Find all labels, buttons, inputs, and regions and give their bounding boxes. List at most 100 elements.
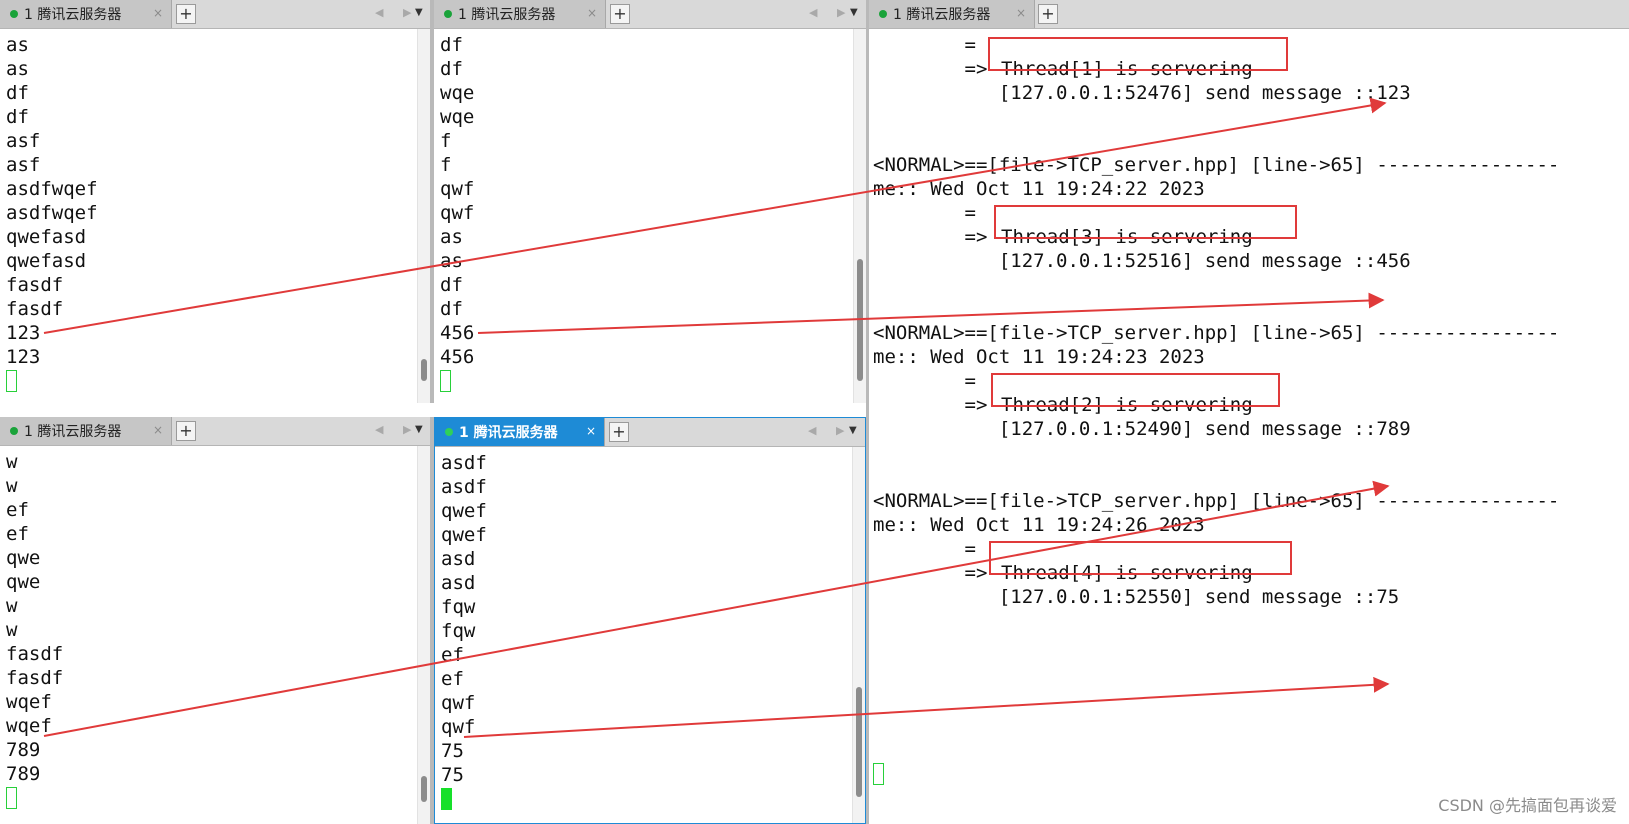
tab-scroll-arrows-icon[interactable]: ◀ ▶	[809, 6, 853, 19]
terminal-line: f	[440, 130, 452, 152]
terminal-line: wqef	[6, 691, 52, 713]
terminal-output[interactable]: df df wqe wqe f f qwf qwf as as df df 456 456	[434, 29, 866, 403]
close-tab-icon[interactable]: ×	[587, 6, 597, 20]
tab-scroll-arrows-icon[interactable]: ◀ ▶	[375, 423, 419, 436]
connected-status-icon	[879, 10, 887, 18]
connected-status-icon	[444, 10, 452, 18]
add-tab-button[interactable]: +	[610, 4, 630, 24]
tab-menu-dropdown-icon[interactable]: ▼	[415, 7, 423, 18]
tab-menu-dropdown-icon[interactable]: ▼	[849, 425, 857, 436]
terminal-line: w	[6, 595, 18, 617]
close-tab-icon[interactable]: ×	[586, 424, 596, 438]
terminal-line: asdf	[441, 452, 487, 474]
terminal-line: qwf	[440, 178, 475, 200]
add-tab-button[interactable]: +	[176, 421, 196, 441]
terminal-line: qwefasd	[6, 226, 87, 248]
terminal-line: ef	[6, 523, 29, 545]
terminal-line: ef	[441, 668, 464, 690]
terminal-line: asd	[441, 572, 476, 594]
terminal-line: 123	[6, 346, 41, 368]
terminal-line: as	[6, 34, 29, 56]
terminal-line: w	[6, 451, 18, 473]
server-log-pane[interactable]: 1 腾讯云服务器 × + = => [127.0.0.1:52476] send…	[869, 0, 1629, 824]
scrollbar[interactable]	[417, 29, 430, 403]
scrollbar[interactable]	[853, 29, 866, 403]
terminal-line: fasdf	[6, 274, 64, 296]
terminal-line: 789	[6, 763, 41, 785]
terminal-cursor	[873, 763, 884, 785]
terminal-line: asdfwqef	[6, 202, 98, 224]
terminal-line: f	[440, 154, 452, 176]
session-tab[interactable]: 1 腾讯云服务器 ×	[869, 0, 1035, 28]
session-tab[interactable]: 1 腾讯云服务器 ×	[0, 0, 172, 28]
log-line: me:: Wed Oct 11 19:24:26 2023	[873, 514, 1205, 536]
scrollbar-thumb[interactable]	[857, 259, 863, 381]
log-line: =	[873, 202, 976, 224]
thread-highlight-box	[994, 205, 1297, 239]
terminal-line: 75	[441, 764, 464, 786]
thread-highlight-box	[988, 37, 1288, 71]
scrollbar[interactable]	[852, 447, 865, 823]
terminal-pane-top-left[interactable]: 1 腾讯云服务器 × + ◀ ▶ ▼ as as df df asf asf asdfwqe…	[0, 0, 430, 403]
terminal-line: 456	[440, 346, 475, 368]
close-tab-icon[interactable]: ×	[1016, 6, 1026, 20]
add-tab-button[interactable]: +	[176, 4, 196, 24]
terminal-line: asdf	[441, 476, 487, 498]
terminal-line: 456	[440, 322, 475, 344]
terminal-line: fasdf	[6, 643, 64, 665]
pane-divider-horizontal[interactable]	[0, 403, 866, 417]
close-tab-icon[interactable]: ×	[153, 423, 163, 437]
terminal-line: df	[6, 82, 29, 104]
terminal-line: qwf	[441, 692, 476, 714]
log-line: <NORMAL>==[file->TCP_server.hpp] [line->…	[873, 154, 1560, 176]
session-tab-active[interactable]: 1 腾讯云服务器 ×	[435, 418, 605, 446]
terminal-line: fasdf	[6, 298, 64, 320]
terminal-line: df	[440, 274, 463, 296]
tab-scroll-arrows-icon[interactable]: ◀ ▶	[808, 424, 852, 437]
terminal-line: 123	[6, 322, 41, 344]
terminal-line: as	[6, 58, 29, 80]
scrollbar-thumb[interactable]	[421, 359, 427, 381]
terminal-cursor	[441, 788, 452, 810]
terminal-line: asdfwqef	[6, 178, 98, 200]
terminal-line: fqw	[441, 596, 476, 618]
server-log-output[interactable]: = => [127.0.0.1:52476] send message ::12…	[869, 29, 1629, 824]
thread-highlight-box	[991, 373, 1280, 407]
scrollbar-thumb[interactable]	[856, 687, 862, 797]
terminal-output[interactable]: w w ef ef qwe qwe w w fasdf fasdf wqef wqef 789 789	[0, 446, 430, 824]
tab-menu-dropdown-icon[interactable]: ▼	[415, 424, 423, 435]
add-tab-button[interactable]: +	[1038, 4, 1058, 24]
scrollbar-thumb[interactable]	[421, 776, 427, 802]
terminal-line: as	[440, 226, 463, 248]
terminal-line: fqw	[441, 620, 476, 642]
terminal-pane-bottom-left[interactable]: 1 腾讯云服务器 × + ◀ ▶ ▼ w w ef ef qwe qwe w w fasdf fa…	[0, 417, 430, 824]
terminal-line: asf	[6, 154, 41, 176]
log-line: [127.0.0.1:52550] send message ::75	[873, 586, 1400, 608]
terminal-line: qwf	[440, 202, 475, 224]
log-line: =>	[873, 58, 988, 80]
tab-scroll-arrows-icon[interactable]: ◀ ▶	[375, 6, 419, 19]
terminal-line: df	[440, 58, 463, 80]
terminal-pane-bottom-middle[interactable]: 1 腾讯云服务器 × + ◀ ▶ ▼ asdf asdf qwef qwef asd as…	[434, 417, 866, 824]
terminal-pane-top-middle[interactable]: 1 腾讯云服务器 × + ◀ ▶ ▼ df df wqe wqe f f qwf qwf as a…	[434, 0, 866, 403]
thread-highlight-box	[989, 541, 1292, 575]
terminal-output[interactable]: asdf asdf qwef qwef asd asd fqw fqw ef ef qwf qwf 75…	[435, 447, 865, 823]
log-line: [127.0.0.1:52476] send message ::123	[873, 82, 1411, 104]
session-tab[interactable]: 1 腾讯云服务器 ×	[0, 417, 172, 445]
terminal-cursor	[6, 370, 17, 392]
log-line: [127.0.0.1:52490] send message ::789	[873, 418, 1411, 440]
connected-status-icon	[445, 428, 453, 436]
terminal-line: asd	[441, 548, 476, 570]
terminal-line: wqe	[440, 82, 475, 104]
log-line: <NORMAL>==[file->TCP_server.hpp] [line->…	[873, 490, 1560, 512]
terminal-line: w	[6, 475, 18, 497]
add-tab-button[interactable]: +	[609, 422, 629, 442]
log-line: =	[873, 34, 976, 56]
tab-menu-dropdown-icon[interactable]: ▼	[850, 7, 858, 18]
close-tab-icon[interactable]: ×	[153, 6, 163, 20]
terminal-line: df	[440, 298, 463, 320]
session-tab[interactable]: 1 腾讯云服务器 ×	[434, 0, 606, 28]
scrollbar[interactable]	[417, 446, 430, 824]
terminal-output[interactable]: as as df df asf asf asdfwqef asdfwqef qwefasd qwe…	[0, 29, 430, 403]
terminal-line: qwe	[6, 571, 41, 593]
